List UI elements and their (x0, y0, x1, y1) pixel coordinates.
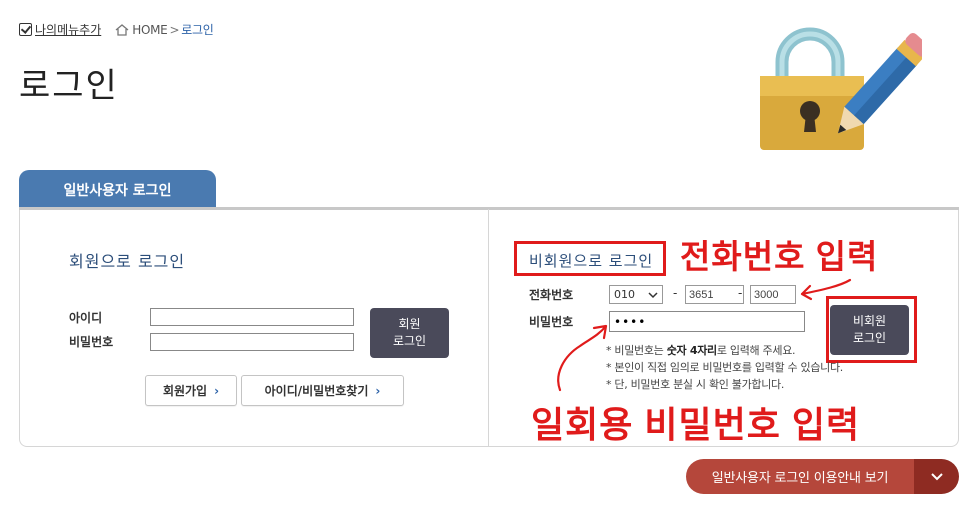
nonmember-notes: * 비밀번호는 숫자 4자리로 입력해 주세요. * 본인이 직접 임의로 비밀… (606, 342, 843, 393)
check-icon (19, 23, 32, 36)
phone-last-input[interactable] (750, 285, 796, 304)
note-line-2: * 본인이 직접 임의로 비밀번호를 입력할 수 있습니다. (606, 361, 843, 374)
annotation-arrow-password (557, 324, 608, 392)
login-guide-button[interactable]: 일반사용자 로그인 이용안내 보기 (686, 459, 959, 494)
note-line-1-post: 로 입력해 주세요. (716, 344, 796, 357)
chevron-right-icon: › (375, 383, 381, 398)
password-label: 비밀번호 (69, 335, 114, 349)
note-line-1-pre: * 비밀번호는 (606, 344, 667, 357)
tab-general-user-login[interactable]: 일반사용자 로그인 (19, 170, 216, 209)
signup-label: 회원가입 (162, 384, 208, 398)
find-id-password-button[interactable]: 아이디/비밀번호찾기 › (241, 375, 404, 406)
find-id-password-label: 아이디/비밀번호찾기 (264, 384, 369, 398)
member-id-input[interactable] (150, 308, 354, 326)
add-my-menu-link[interactable]: 나의메뉴추가 (19, 21, 101, 38)
add-my-menu-label: 나의메뉴추가 (35, 23, 102, 37)
phone-middle-input[interactable] (685, 285, 744, 304)
nonmember-password-input[interactable] (609, 311, 805, 332)
chevron-down-icon (914, 459, 959, 494)
note-line-1: * 비밀번호는 숫자 4자리로 입력해 주세요. (606, 342, 843, 359)
breadcrumb-current[interactable]: 로그인 (181, 21, 214, 38)
breadcrumb: HOME > 로그인 (115, 21, 214, 38)
chevron-right-icon: › (214, 383, 220, 398)
annotation-password: 일회용 비밀번호 입력 (531, 404, 861, 445)
id-label: 아이디 (69, 311, 103, 325)
breadcrumb-home[interactable]: HOME (132, 23, 168, 37)
member-login-button[interactable]: 회원 로그인 (370, 308, 449, 358)
nonmember-login-button-line1: 비회원 (852, 314, 887, 328)
top-bar: 나의메뉴추가 HOME > 로그인 (19, 21, 214, 38)
panel-divider (488, 209, 489, 447)
login-guide-label: 일반사용자 로그인 이용안내 보기 (686, 459, 914, 494)
phone-prefix-value: 010 (614, 288, 635, 301)
note-line-3: * 단, 비밀번호 분실 시 확인 불가합니다. (606, 378, 785, 391)
annotation-phone: 전화번호 입력 (680, 238, 879, 275)
nonmember-login-title: 비회원으로 로그인 (529, 252, 654, 270)
breadcrumb-separator: > (169, 22, 180, 37)
lock-pencil-illustration (760, 27, 922, 150)
nonmember-login-button-line2: 로그인 (852, 331, 887, 345)
home-icon (115, 23, 129, 36)
tab-underline (19, 207, 959, 210)
member-password-input[interactable] (150, 333, 354, 351)
member-login-button-line1: 회원 (398, 317, 421, 331)
member-login-button-line2: 로그인 (392, 334, 427, 348)
member-login-title: 회원으로 로그인 (69, 252, 186, 271)
phone-dash: - (673, 286, 678, 300)
signup-button[interactable]: 회원가입 › (145, 375, 237, 406)
page-title: 로그인 (19, 66, 119, 106)
phone-dash: - (738, 286, 743, 300)
chevron-down-icon (648, 291, 658, 298)
phone-label: 전화번호 (529, 288, 574, 302)
phone-prefix-select[interactable]: 010 (609, 285, 663, 304)
note-line-1-bold: 숫자 4자리 (666, 344, 717, 357)
